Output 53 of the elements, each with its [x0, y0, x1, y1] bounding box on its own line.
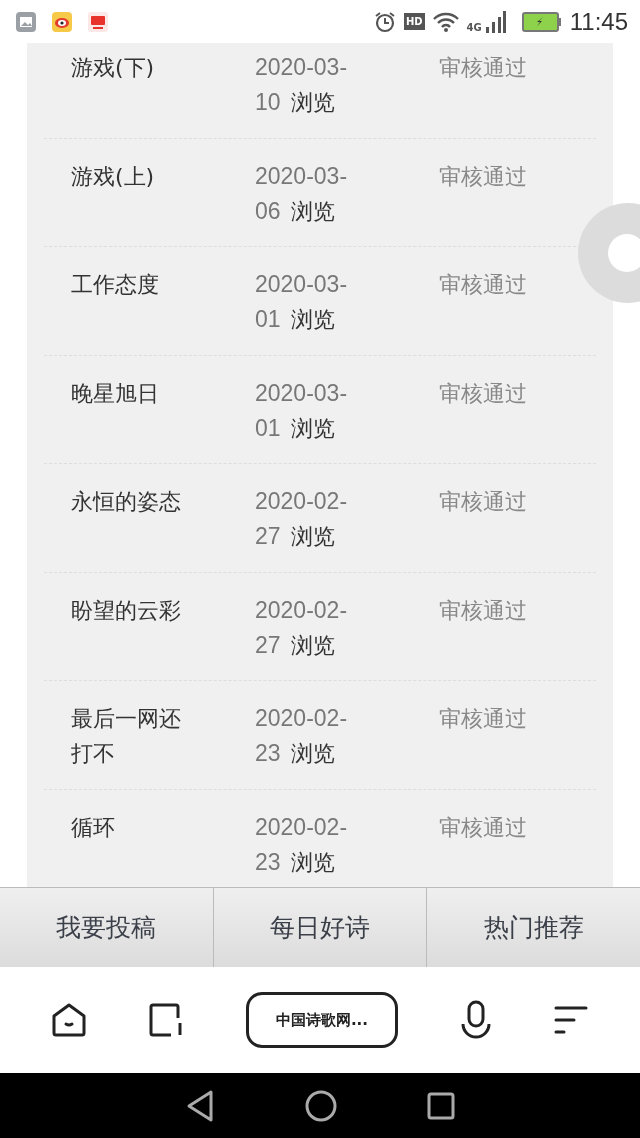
recents-icon[interactable] — [427, 1091, 455, 1120]
address-bar[interactable]: 中国诗歌网... — [246, 992, 398, 1048]
review-status: 审核通过 — [439, 271, 527, 299]
signal-icon — [485, 10, 506, 33]
post-date: 2020-03-10 浏览 — [255, 53, 349, 117]
post-date: 2020-03-01 浏览 — [255, 378, 349, 443]
review-status: 审核通过 — [439, 488, 527, 516]
post-date: 2020-03-01 浏览 — [255, 270, 349, 334]
nav-tab-button[interactable]: 每日好诗 — [213, 888, 428, 967]
poem-title-link[interactable]: 永恒的姿态 — [71, 484, 201, 572]
view-link[interactable]: 浏览 — [291, 741, 335, 766]
hd-indicator: HD — [403, 13, 425, 30]
view-link[interactable]: 浏览 — [291, 307, 335, 332]
review-status: 审核通过 — [439, 705, 527, 733]
clock-time: 11:45 — [569, 6, 628, 37]
post-date: 2020-02-23 浏览 — [255, 812, 349, 877]
wifi-icon — [432, 11, 459, 32]
poem-title-link[interactable]: 循环 — [71, 809, 201, 887]
post-date: 2020-02-23 浏览 — [255, 704, 349, 768]
review-status: 审核通过 — [439, 379, 527, 408]
view-link[interactable]: 浏览 — [291, 198, 335, 224]
view-link[interactable]: 浏览 — [291, 849, 335, 875]
post-date: 2020-02-27 浏览 — [255, 595, 349, 660]
nav-tab-button[interactable]: 热门推荐 — [427, 888, 640, 967]
gallery-icon — [16, 11, 36, 32]
alarm-icon — [373, 10, 396, 33]
poem-title-link[interactable]: 游戏(下) — [71, 50, 201, 138]
view-link[interactable]: 浏览 — [291, 524, 335, 549]
poem-title-link[interactable]: 晚星旭日 — [71, 375, 201, 463]
news-app-icon — [88, 11, 108, 32]
view-link[interactable]: 浏览 — [291, 415, 335, 441]
back-icon[interactable] — [185, 1088, 215, 1123]
nav-tab-button[interactable]: 我要投稿 — [0, 888, 214, 967]
poem-title-link[interactable]: 盼望的云彩 — [71, 592, 201, 680]
network-type: 4G — [466, 22, 482, 33]
eye-app-icon — [52, 11, 72, 32]
post-date: 2020-03-06 浏览 — [255, 161, 349, 226]
tabs-icon[interactable] — [148, 1002, 185, 1038]
battery-icon — [521, 11, 562, 32]
view-link[interactable]: 浏览 — [291, 632, 335, 658]
microphone-icon[interactable] — [459, 1000, 492, 1040]
post-date: 2020-02-27 浏览 — [255, 487, 349, 551]
home-circle-icon[interactable] — [305, 1089, 337, 1122]
review-status: 审核通过 — [439, 54, 527, 82]
poem-title-link[interactable]: 工作态度 — [71, 267, 201, 355]
review-status: 审核通过 — [439, 813, 527, 842]
menu-icon[interactable] — [553, 1005, 590, 1035]
poem-title-link[interactable]: 游戏(上) — [71, 158, 201, 246]
poem-title-link[interactable]: 最后一网还打不 — [71, 701, 201, 789]
home-icon[interactable] — [50, 1002, 87, 1038]
review-status: 审核通过 — [439, 596, 527, 625]
view-link[interactable]: 浏览 — [291, 90, 335, 115]
review-status: 审核通过 — [439, 162, 527, 191]
